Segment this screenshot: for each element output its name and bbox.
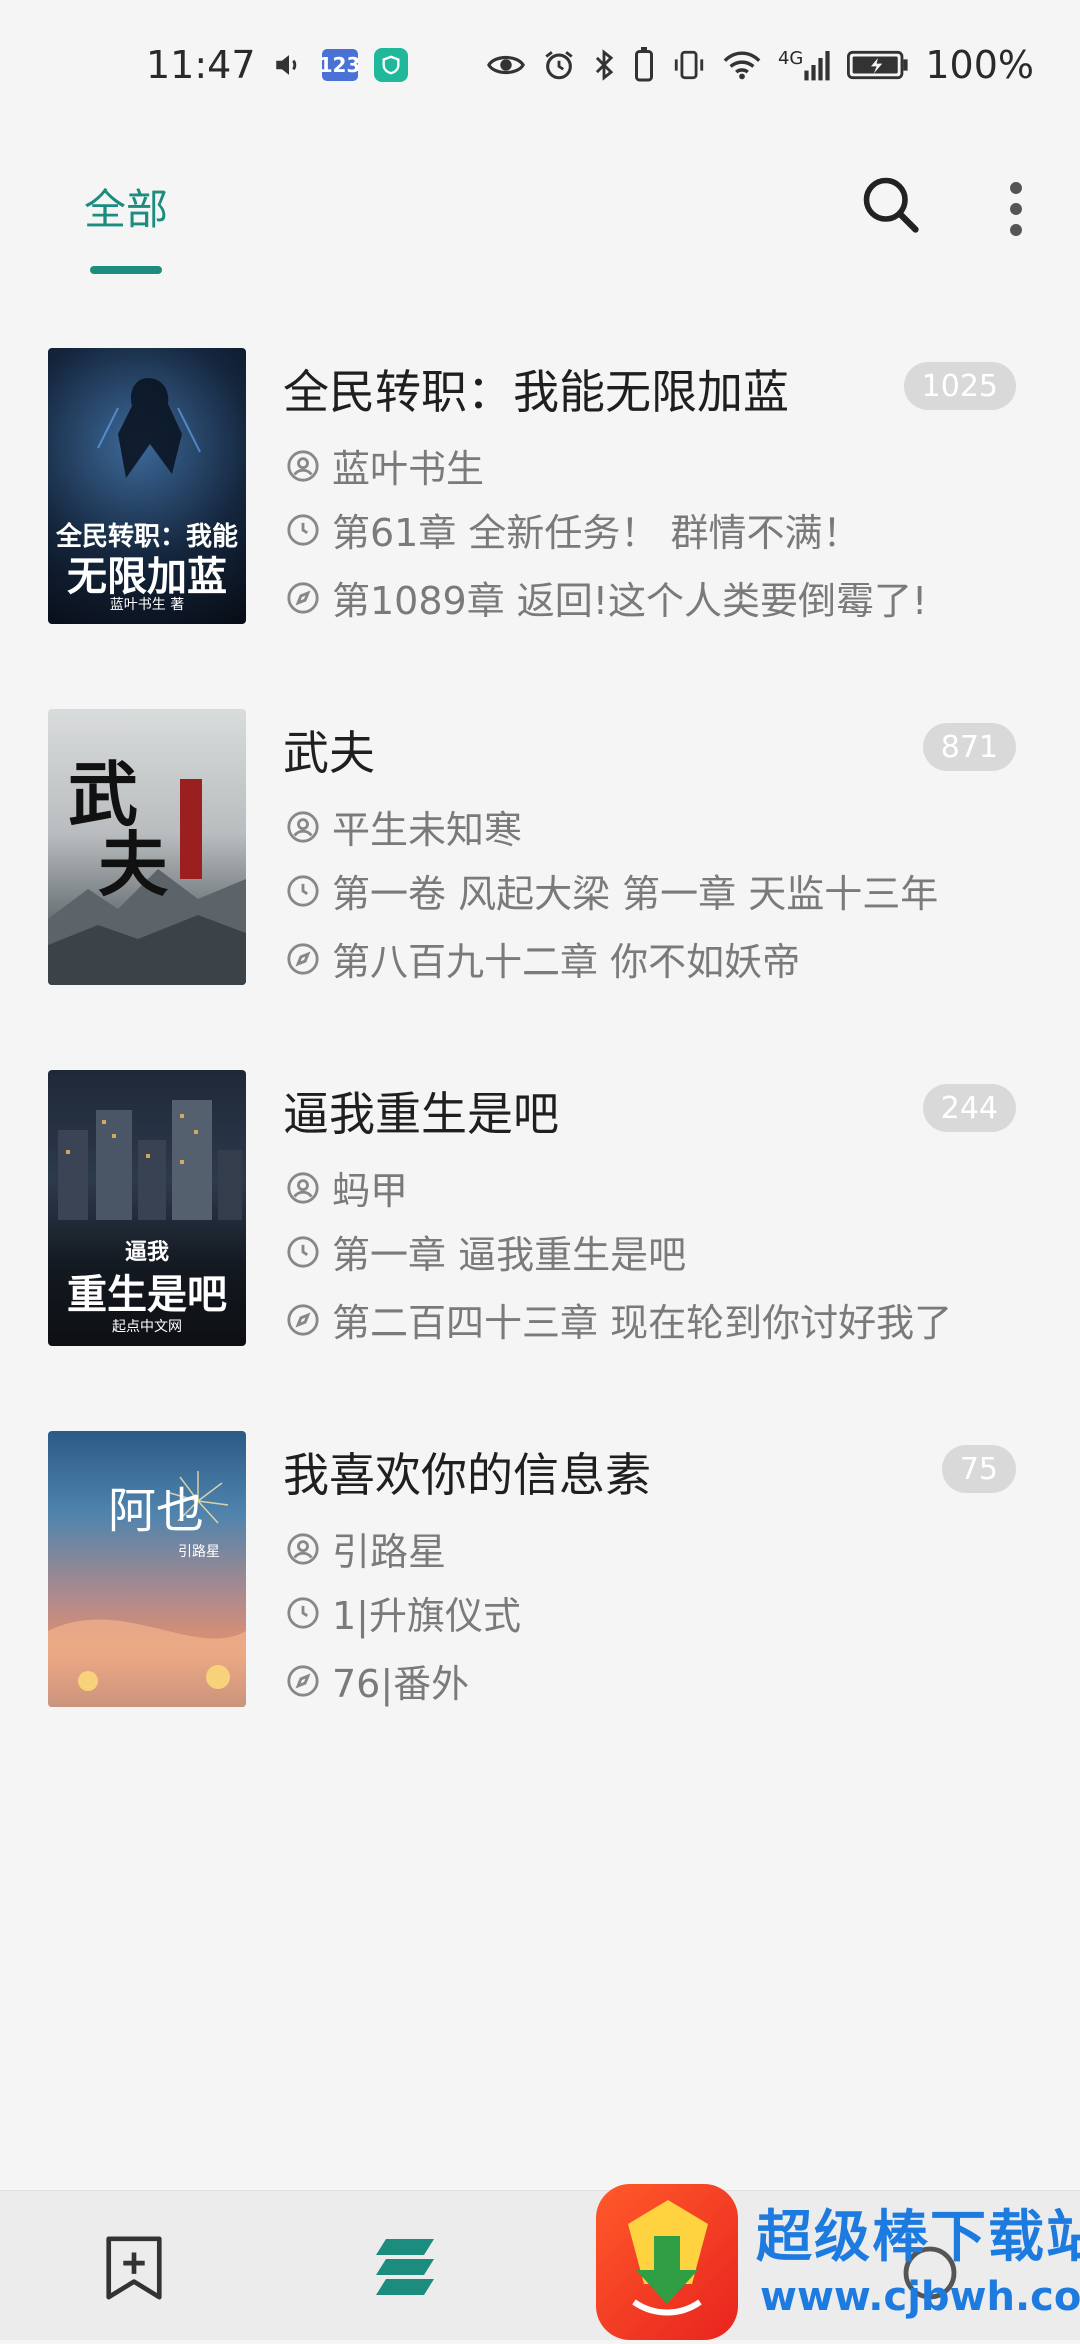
read-progress-row: 1|升旗仪式 xyxy=(286,1585,521,1640)
alarm-icon xyxy=(542,48,576,82)
clock-icon xyxy=(287,1235,319,1268)
author-row: 引路星 xyxy=(286,1521,446,1576)
book-title: 逼我重生是吧 xyxy=(283,1087,559,1141)
book-item[interactable]: 逼我 重生是吧 起点中文网 逼我重生是吧 244 蚂甲 第一章 逼我重生是吧 第… xyxy=(0,1052,1080,1413)
cover-title-line2: 重生是吧 xyxy=(67,1272,227,1318)
vibrate-icon xyxy=(672,48,706,82)
latest-chapter: 第1089章 返回!这个人类要倒霉了! xyxy=(332,579,928,623)
author-icon xyxy=(287,449,319,482)
wifi-icon xyxy=(722,49,762,81)
compass-icon xyxy=(287,581,319,614)
book-author: 引路星 xyxy=(332,1530,447,1574)
latest-chapter: 第二百四十三章 现在轮到你讨好我了 xyxy=(332,1301,953,1345)
battery-charging-icon xyxy=(847,49,909,81)
cover-author: 引路星 xyxy=(178,1544,220,1560)
status-left: 11:47 123 xyxy=(146,43,408,87)
clock-time: 11:47 xyxy=(146,43,256,87)
site-watermark: 超级棒下载站 www.cjbwh.com xyxy=(596,2184,1080,2340)
tab-indicator xyxy=(90,266,162,274)
book-author: 蚂甲 xyxy=(332,1169,409,1213)
compass-icon xyxy=(287,1303,319,1336)
eye-icon xyxy=(486,50,526,80)
book-item[interactable]: 阿也 引路星 我喜欢你的信息素 75 引路星 1|升旗仪式 76|番外 xyxy=(0,1413,1080,1774)
book-list: 全民转职：我能 无限加蓝 蓝叶书生 著 全民转职：我能无限加蓝 1025 蓝叶书… xyxy=(0,330,1080,1774)
header: 全部 xyxy=(0,130,1080,280)
more-button[interactable] xyxy=(996,174,1036,244)
bookshelf-icon xyxy=(376,2239,434,2295)
latest-chapter-row: 第1089章 返回!这个人类要倒霉了! xyxy=(286,570,927,625)
cover-title-line1: 阿也 xyxy=(108,1483,205,1539)
bluetooth-icon xyxy=(592,48,616,82)
read-progress-row: 第一章 逼我重生是吧 xyxy=(286,1224,686,1279)
latest-chapter: 76|番外 xyxy=(332,1662,470,1706)
book-cover: 武 夫 xyxy=(48,709,246,985)
volume-icon xyxy=(272,48,306,82)
bookshelf-button[interactable] xyxy=(370,2235,440,2301)
book-title: 全民转职：我能无限加蓝 xyxy=(283,365,789,419)
more-vertical-icon xyxy=(1010,182,1022,236)
cover-seal xyxy=(180,779,202,879)
tab-all[interactable]: 全部 xyxy=(84,176,168,237)
status-right: 4G 100% xyxy=(486,43,1034,87)
unread-count-badge: 75 xyxy=(941,1445,1016,1493)
author-row: 蓝叶书生 xyxy=(286,438,484,493)
clock-icon xyxy=(287,874,319,907)
status-bar: 11:47 123 4G 100% xyxy=(0,0,1080,130)
network-type: 4G xyxy=(777,48,804,69)
read-chapter: 第一卷 风起大梁 第一章 天监十三年 xyxy=(332,872,939,916)
clock-icon xyxy=(287,513,319,546)
author-row: 平生未知寒 xyxy=(286,799,522,854)
author-row: 蚂甲 xyxy=(286,1160,408,1215)
unread-count-badge: 871 xyxy=(922,723,1016,771)
bookmark-add-icon xyxy=(106,2236,162,2300)
watermark-logo-icon xyxy=(596,2184,738,2340)
cover-title-line2: 夫 xyxy=(98,823,168,906)
book-cover: 逼我 重生是吧 起点中文网 xyxy=(48,1070,246,1346)
battery-saver-icon xyxy=(632,47,656,83)
latest-chapter: 第八百九十二章 你不如妖帝 xyxy=(332,940,801,984)
author-icon xyxy=(287,1532,319,1565)
book-cover: 全民转职：我能 无限加蓝 蓝叶书生 著 xyxy=(48,348,246,624)
bookmark-add-button[interactable] xyxy=(100,2233,168,2303)
clock-icon xyxy=(287,1596,319,1629)
book-item[interactable]: 武 夫 武夫 871 平生未知寒 第一卷 风起大梁 第一章 天监十三年 第八百九… xyxy=(0,691,1080,1052)
numpad-badge-icon: 123 xyxy=(319,49,360,81)
read-progress-row: 第一卷 风起大梁 第一章 天监十三年 xyxy=(286,863,938,918)
watermark-url: www.cjbwh.com xyxy=(760,2274,1080,2320)
cover-publisher: 起点中文网 xyxy=(112,1319,182,1335)
author-icon xyxy=(287,1171,319,1204)
book-author: 平生未知寒 xyxy=(332,808,523,852)
author-icon xyxy=(287,810,319,843)
search-icon xyxy=(863,177,919,233)
compass-icon xyxy=(287,1664,319,1697)
search-button[interactable] xyxy=(856,170,926,240)
unread-count-badge: 244 xyxy=(922,1084,1016,1132)
shield-app-icon xyxy=(373,48,408,82)
read-chapter: 第一章 逼我重生是吧 xyxy=(332,1233,687,1277)
unread-count-badge: 1025 xyxy=(903,362,1016,410)
latest-chapter-row: 第八百九十二章 你不如妖帝 xyxy=(286,931,800,986)
book-item[interactable]: 全民转职：我能 无限加蓝 蓝叶书生 著 全民转职：我能无限加蓝 1025 蓝叶书… xyxy=(0,330,1080,691)
signal-icon: 4G xyxy=(778,48,831,82)
cover-author: 蓝叶书生 著 xyxy=(109,597,185,613)
watermark-title: 超级棒下载站 xyxy=(756,2205,1080,2270)
read-chapter: 第61章 全新任务！ 群情不满！ xyxy=(332,511,861,555)
read-chapter: 1|升旗仪式 xyxy=(332,1594,521,1638)
battery-percent: 100% xyxy=(925,43,1034,87)
book-author: 蓝叶书生 xyxy=(332,447,485,491)
book-cover: 阿也 引路星 xyxy=(48,1431,246,1707)
book-title: 我喜欢你的信息素 xyxy=(283,1448,651,1502)
latest-chapter-row: 第二百四十三章 现在轮到你讨好我了 xyxy=(286,1292,952,1347)
read-progress-row: 第61章 全新任务！ 群情不满！ xyxy=(286,502,861,557)
book-title: 武夫 xyxy=(283,726,375,780)
compass-icon xyxy=(287,942,319,975)
latest-chapter-row: 76|番外 xyxy=(286,1653,469,1708)
